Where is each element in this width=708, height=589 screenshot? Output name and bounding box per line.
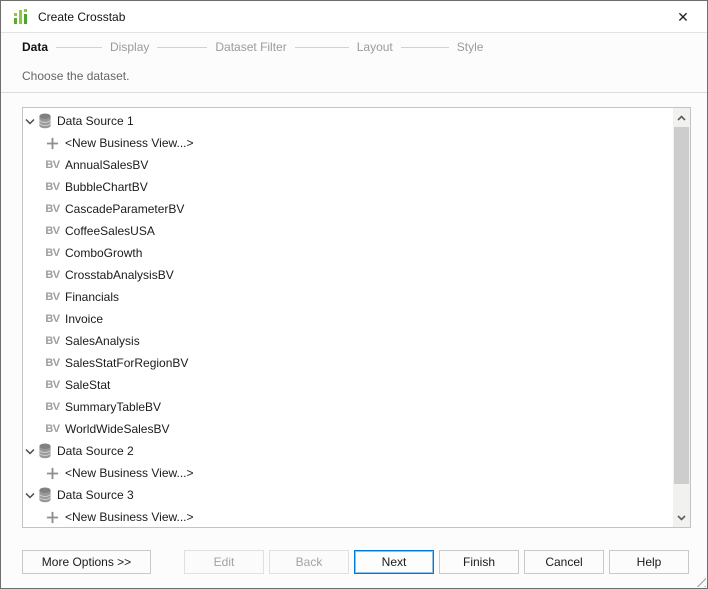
crosstab-chart-icon [14, 8, 27, 24]
step-connector [400, 46, 449, 48]
tree-item-label: <New Business View...> [65, 510, 194, 524]
tree-item-new-business-view[interactable]: <New Business View...> [23, 132, 673, 154]
wizard-steps: Data Display Dataset Filter Layout Style [1, 33, 707, 61]
window-title: Create Crosstab [38, 9, 126, 24]
tree-item-label: <New Business View...> [65, 466, 194, 480]
business-view-icon: BV [45, 357, 60, 369]
tree-item-business-view[interactable]: BV ComboGrowth [23, 242, 673, 264]
business-view-icon: BV [45, 181, 60, 193]
business-view-icon: BV [45, 225, 60, 237]
next-button[interactable]: Next [354, 550, 434, 574]
chevron-down-icon[interactable] [25, 491, 35, 500]
tree-item-label: Data Source 3 [57, 488, 134, 502]
separator [1, 92, 707, 93]
tree-item-datasource[interactable]: Data Source 2 [23, 440, 673, 462]
business-view-icon: BV [45, 159, 60, 171]
plus-icon [45, 137, 60, 150]
chevron-down-icon[interactable] [25, 117, 35, 126]
tree-item-business-view[interactable]: BV SaleStat [23, 374, 673, 396]
scrollbar-thumb[interactable] [674, 127, 689, 484]
database-icon [38, 487, 52, 503]
tree-item-label: CoffeeSalesUSA [65, 224, 155, 238]
vertical-scrollbar[interactable] [673, 108, 690, 527]
tree-item-label: SaleStat [65, 378, 111, 392]
business-view-icon: BV [45, 291, 60, 303]
tree-item-datasource[interactable]: Data Source 3 [23, 484, 673, 506]
help-button[interactable]: Help [609, 550, 689, 574]
tree-item-label: SalesStatForRegionBV [65, 356, 189, 370]
business-view-icon: BV [45, 401, 60, 413]
step-style[interactable]: Style [457, 40, 484, 54]
more-options-button[interactable]: More Options >> [22, 550, 151, 574]
tree-item-business-view[interactable]: BV WorldWideSalesBV [23, 418, 673, 440]
dataset-tree: Data Source 1 <New Business View...> BV Ann… [23, 108, 673, 527]
business-view-icon: BV [45, 247, 60, 259]
finish-button[interactable]: Finish [439, 550, 519, 574]
scroll-up-icon[interactable] [673, 108, 690, 127]
tree-item-new-business-view[interactable]: <New Business View...> [23, 462, 673, 484]
tree-item-label: SummaryTableBV [65, 400, 162, 414]
tree-item-business-view[interactable]: BV Financials [23, 286, 673, 308]
tree-item-label: CascadeParameterBV [65, 202, 185, 216]
scroll-down-icon[interactable] [673, 508, 690, 527]
tree-item-business-view[interactable]: BV SummaryTableBV [23, 396, 673, 418]
tree-item-label: SalesAnalysis [65, 334, 140, 348]
tree-item-label: BubbleChartBV [65, 180, 148, 194]
tree-item-label: Financials [65, 290, 120, 304]
database-icon [38, 113, 52, 129]
create-crosstab-dialog: Create Crosstab ✕ Data Display Dataset F… [0, 0, 708, 589]
titlebar[interactable]: Create Crosstab ✕ [1, 1, 707, 33]
tree-item-label: CrosstabAnalysisBV [65, 268, 174, 282]
chevron-down-icon[interactable] [25, 447, 35, 456]
tree-item-business-view[interactable]: BV CrosstabAnalysisBV [23, 264, 673, 286]
edit-button: Edit [184, 550, 264, 574]
database-icon [38, 443, 52, 459]
step-connector [56, 46, 103, 48]
back-button: Back [269, 550, 349, 574]
button-bar: More Options >> Edit Back Next Finish Ca… [1, 550, 707, 574]
step-connector [157, 46, 208, 48]
business-view-icon: BV [45, 335, 60, 347]
step-dataset-filter[interactable]: Dataset Filter [215, 40, 286, 54]
business-view-icon: BV [45, 203, 60, 215]
tree-item-label: Data Source 2 [57, 444, 134, 458]
business-view-icon: BV [45, 379, 60, 391]
tree-item-business-view[interactable]: BV CascadeParameterBV [23, 198, 673, 220]
tree-item-business-view[interactable]: BV BubbleChartBV [23, 176, 673, 198]
business-view-icon: BV [45, 313, 60, 325]
tree-item-label: AnnualSalesBV [65, 158, 149, 172]
step-layout[interactable]: Layout [357, 40, 393, 54]
tree-item-label: Data Source 1 [57, 114, 134, 128]
plus-icon [45, 511, 60, 524]
tree-item-business-view[interactable]: BV SalesStatForRegionBV [23, 352, 673, 374]
close-icon[interactable]: ✕ [669, 4, 697, 30]
plus-icon [45, 467, 60, 480]
tree-item-label: WorldWideSalesBV [65, 422, 170, 436]
step-display[interactable]: Display [110, 40, 149, 54]
tree-item-new-business-view[interactable]: <New Business View...> [23, 506, 673, 527]
tree-item-business-view[interactable]: BV AnnualSalesBV [23, 154, 673, 176]
tree-item-datasource[interactable]: Data Source 1 [23, 110, 673, 132]
tree-item-label: <New Business View...> [65, 136, 194, 150]
dataset-tree-panel: Data Source 1 <New Business View...> BV Ann… [22, 107, 691, 528]
step-data[interactable]: Data [22, 40, 48, 54]
business-view-icon: BV [45, 269, 60, 281]
tree-item-business-view[interactable]: BV CoffeeSalesUSA [23, 220, 673, 242]
tree-item-label: Invoice [65, 312, 104, 326]
tree-item-business-view[interactable]: BV SalesAnalysis [23, 330, 673, 352]
business-view-icon: BV [45, 423, 60, 435]
tree-item-label: ComboGrowth [65, 246, 143, 260]
resize-grip-icon[interactable] [693, 574, 706, 587]
cancel-button[interactable]: Cancel [524, 550, 604, 574]
step-connector [294, 46, 349, 48]
instruction-text: Choose the dataset. [22, 69, 130, 83]
tree-item-business-view[interactable]: BV Invoice [23, 308, 673, 330]
